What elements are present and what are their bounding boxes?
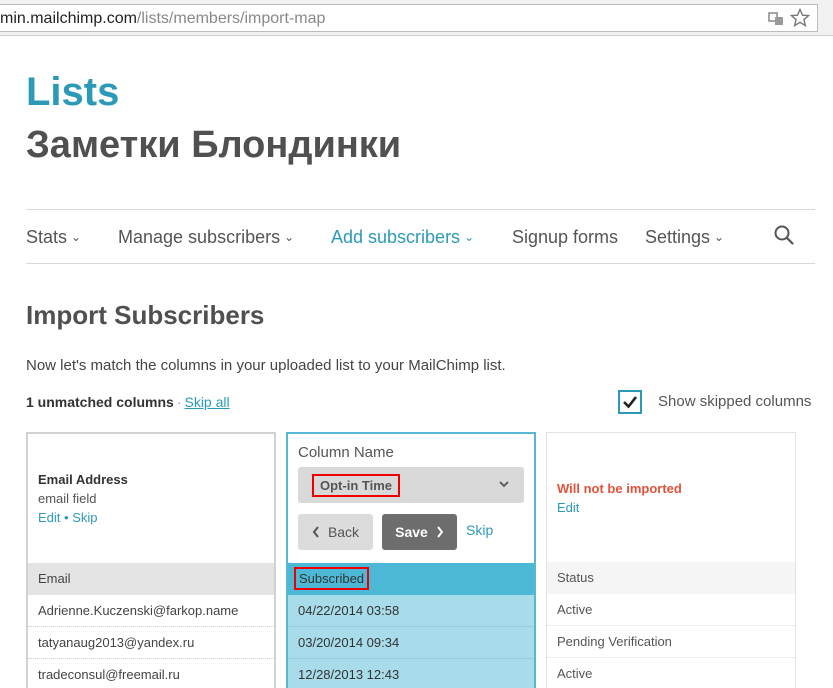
column-email: Email Address email field Edit • Skip Em… (26, 432, 276, 688)
edit-link[interactable]: Edit (38, 510, 60, 525)
selected-field: Opt-in Time (312, 474, 400, 497)
cell: 03/20/2014 09:34 (298, 635, 400, 650)
chevron-left-icon (312, 526, 319, 538)
nav-settings-label: Settings (645, 227, 711, 247)
cell: Active (557, 602, 593, 617)
skip-column-link[interactable]: Skip (466, 522, 493, 538)
nav-manage-subscribers[interactable]: Manage subscribers ⌄ (118, 227, 294, 248)
nav-manage-label: Manage subscribers (118, 227, 281, 247)
bookmark-star-icon[interactable] (789, 7, 811, 32)
back-label: Back (327, 524, 360, 540)
column-field-title: Email Address (38, 472, 128, 487)
nav-add-subscribers[interactable]: Add subscribers ⌄ (331, 227, 474, 248)
chevron-down-icon: ⌄ (464, 230, 475, 244)
column-header: Status (547, 562, 795, 594)
column-header-label: Email (38, 571, 71, 586)
cell: tradeconsul@freemail.ru (38, 667, 180, 682)
column-name-label: Column Name (298, 444, 394, 461)
nav-add-label: Add subscribers (331, 227, 461, 247)
cell: Active (557, 666, 593, 681)
unmatched-count: 1 unmatched columns (26, 394, 174, 410)
chevron-right-icon (437, 526, 444, 538)
list-name-title: Заметки Блондинки (26, 124, 402, 166)
show-skipped-checkbox[interactable] (618, 390, 642, 414)
table-row: 12/28/2013 12:43 (288, 659, 534, 688)
cell: Adrienne.Kuczenski@farkop.name (38, 603, 239, 618)
nav-stats-label: Stats (26, 227, 68, 247)
column-header-label: Subscribed (294, 567, 370, 590)
chevron-down-icon: ⌄ (714, 230, 725, 244)
table-row: Active (547, 594, 795, 626)
chevron-down-icon: ⌄ (71, 230, 82, 244)
column-name-select[interactable]: Opt-in Time (298, 467, 524, 503)
save-label: Save (395, 524, 428, 540)
nav-signup-forms[interactable]: Signup forms (512, 227, 618, 248)
skip-all-link[interactable]: Skip all (184, 394, 229, 410)
nav-settings[interactable]: Settings ⌄ (645, 227, 724, 248)
url-text: min.mailchimp.com/lists/members/import-m… (0, 10, 325, 28)
table-row: tatyanaug2013@yandex.ru (28, 627, 274, 659)
nav-signup-label: Signup forms (512, 227, 619, 247)
skip-link[interactable]: Skip (72, 510, 97, 525)
url-host: min.mailchimp.com (0, 10, 137, 27)
nav-stats[interactable]: Stats ⌄ (26, 227, 81, 248)
save-button[interactable]: Save (382, 514, 457, 550)
column-header: Subscribed (288, 563, 534, 595)
column-header-label: Status (557, 570, 594, 585)
translate-icon[interactable] (768, 11, 784, 31)
list-nav: Stats ⌄ Manage subscribers ⌄ Add subscribe… (26, 209, 815, 264)
not-imported-warning: Will not be imported (557, 481, 682, 496)
table-row: 03/20/2014 09:34 (288, 627, 534, 659)
url-field[interactable]: min.mailchimp.com/lists/members/import-m… (0, 4, 818, 32)
table-row: Active (547, 658, 795, 688)
column-editing: Column Name Opt-in Time Back Save Skip S… (286, 432, 536, 688)
browser-address-bar: min.mailchimp.com/lists/members/import-m… (0, 0, 833, 36)
column-skipped: Will not be imported Edit Status Active … (546, 432, 796, 688)
cell: 12/28/2013 12:43 (298, 667, 400, 682)
url-path: /lists/members/import-map (136, 10, 326, 27)
back-button[interactable]: Back (298, 514, 373, 550)
unmatched-summary: 1 unmatched columns · Skip all (26, 394, 230, 410)
table-row: Pending Verification (547, 626, 795, 658)
cell: Pending Verification (557, 634, 672, 649)
section-title[interactable]: Lists (26, 70, 119, 115)
search-icon[interactable] (773, 224, 795, 246)
import-title: Import Subscribers (26, 300, 265, 330)
column-field-subtitle: email field (38, 491, 97, 506)
column-header: Email (28, 563, 274, 595)
cell: tatyanaug2013@yandex.ru (38, 635, 195, 650)
table-row: Adrienne.Kuczenski@farkop.name (28, 595, 274, 627)
column-actions: Edit • Skip (38, 510, 98, 525)
show-skipped-label: Show skipped columns (658, 393, 812, 410)
chevron-down-icon: ⌄ (284, 230, 295, 244)
import-intro: Now let's match the columns in your uplo… (26, 357, 506, 374)
edit-link[interactable]: Edit (557, 500, 579, 515)
table-row: tradeconsul@freemail.ru (28, 659, 274, 688)
checkmark-icon (623, 396, 638, 409)
table-row: 04/22/2014 03:58 (288, 595, 534, 627)
chevron-down-icon (498, 478, 510, 493)
cell: 04/22/2014 03:58 (298, 603, 400, 618)
